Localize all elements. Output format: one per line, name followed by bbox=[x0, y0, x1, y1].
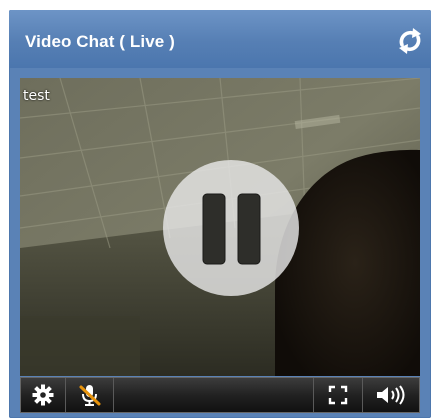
pause-icon bbox=[163, 160, 299, 296]
pause-button[interactable] bbox=[161, 158, 301, 298]
microphone-muted-icon bbox=[79, 385, 100, 406]
refresh-icon bbox=[399, 28, 421, 54]
window-title: Video Chat ( Live ) bbox=[25, 32, 175, 51]
fullscreen-button[interactable] bbox=[313, 378, 362, 412]
volume-button[interactable] bbox=[362, 378, 420, 412]
mute-mic-button[interactable] bbox=[66, 378, 114, 412]
settings-button[interactable] bbox=[21, 378, 66, 412]
fullscreen-icon bbox=[328, 385, 348, 405]
participant-label: test bbox=[23, 88, 50, 104]
gear-icon bbox=[32, 384, 54, 406]
title-bar: Video Chat ( Live ) bbox=[9, 10, 431, 68]
refresh-button[interactable] bbox=[393, 24, 427, 58]
control-bar bbox=[20, 377, 420, 413]
video-chat-widget: Video Chat ( Live ) test bbox=[9, 10, 431, 418]
speaker-icon bbox=[376, 385, 404, 405]
video-feed[interactable]: test bbox=[20, 78, 420, 376]
